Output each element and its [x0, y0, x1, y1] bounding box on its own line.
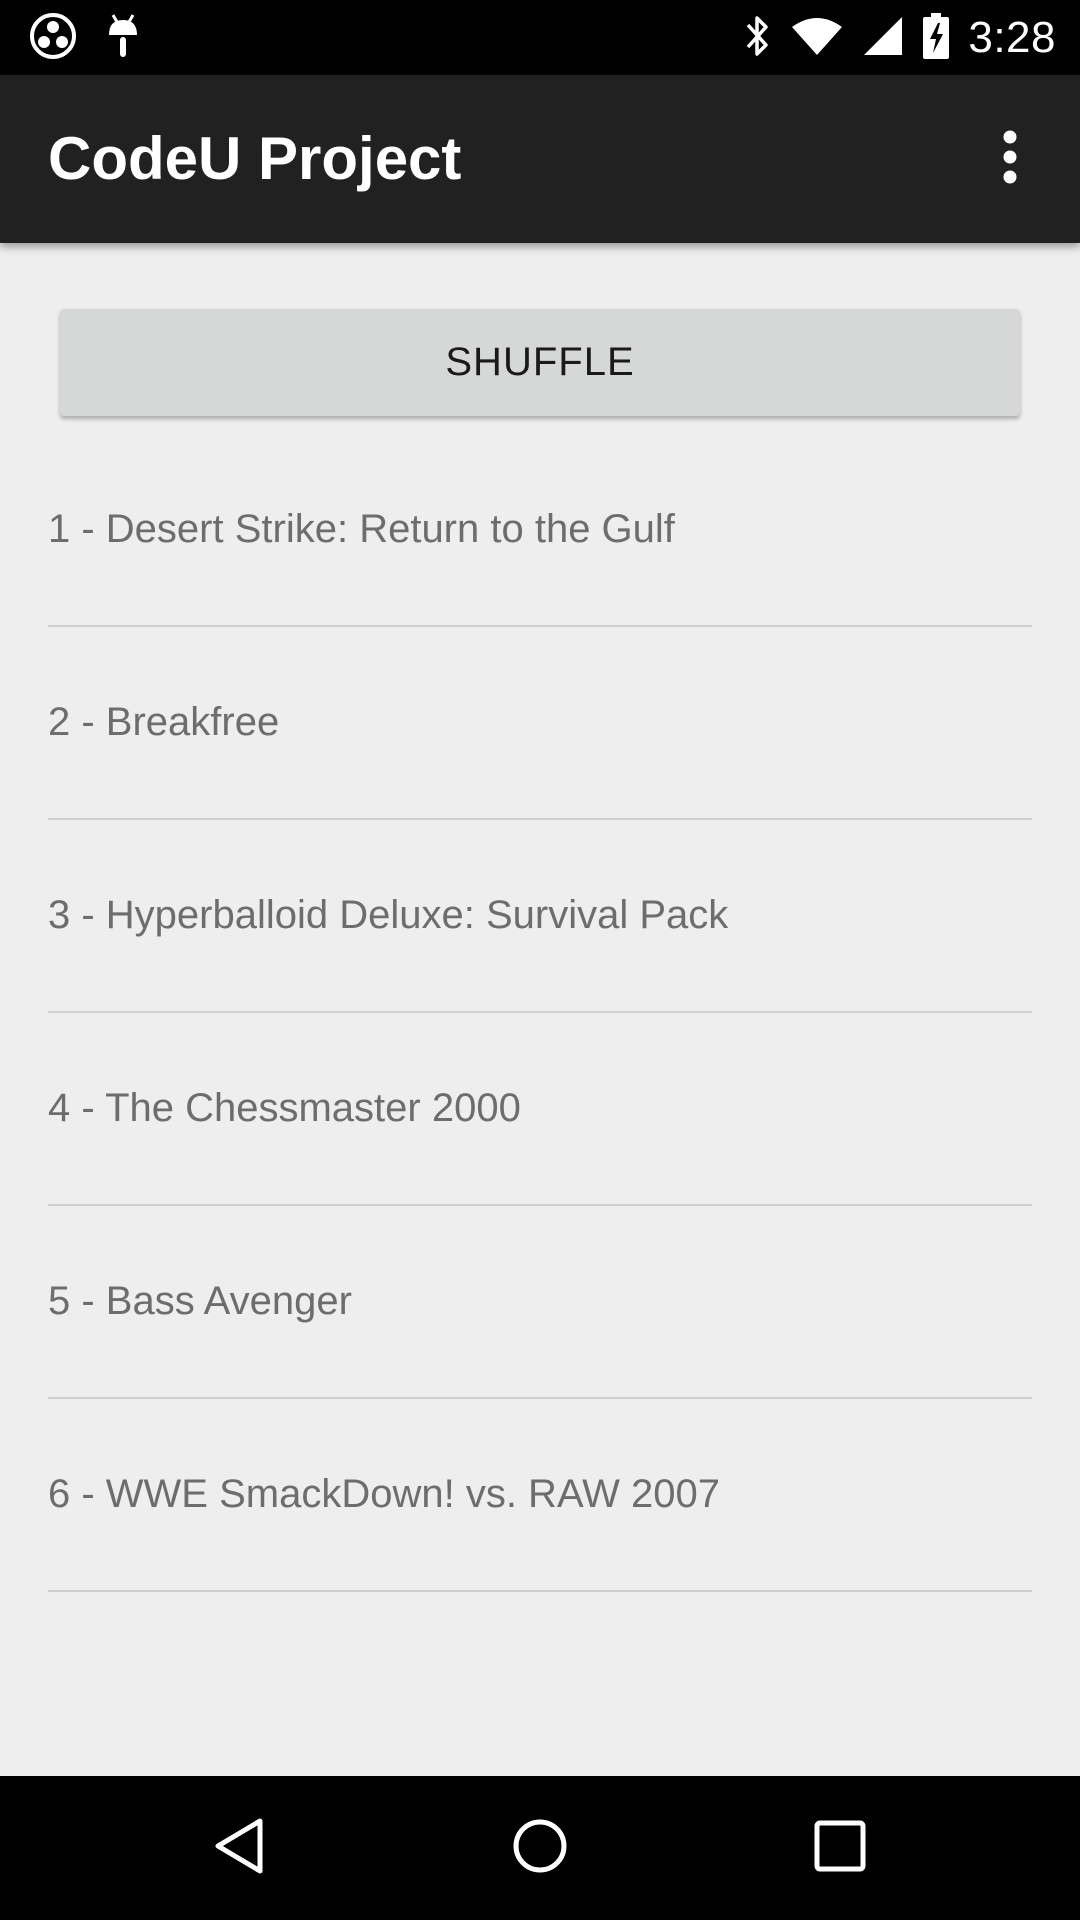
app-title: CodeU Project [48, 125, 462, 192]
recents-button[interactable] [760, 1776, 920, 1920]
list-item[interactable]: 2 - Breakfree [48, 627, 1032, 820]
battery-charging-icon [922, 12, 950, 64]
list-item[interactable]: 3 - Hyperballoid Deluxe: Survival Pack [48, 820, 1032, 1013]
back-icon [212, 1816, 268, 1880]
list-item-label: 5 - Bass Avenger [48, 1279, 352, 1323]
recents-icon [812, 1818, 868, 1878]
list-item[interactable]: 6 - WWE SmackDown! vs. RAW 2007 [48, 1399, 1032, 1592]
home-button[interactable] [460, 1776, 620, 1920]
list-item[interactable]: 4 - The Chessmaster 2000 [48, 1013, 1032, 1206]
list-item-label: 6 - WWE SmackDown! vs. RAW 2007 [48, 1472, 720, 1516]
list-item[interactable]: 5 - Bass Avenger [48, 1206, 1032, 1399]
bluetooth-icon [742, 13, 772, 63]
status-time: 3:28 [968, 12, 1056, 62]
navigation-bar [0, 1776, 1080, 1920]
more-vert-icon [1000, 130, 1020, 188]
status-bar: 3:28 [0, 0, 1080, 75]
game-list[interactable]: 1 - Desert Strike: Return to the Gulf 2 … [48, 434, 1032, 1592]
back-button[interactable] [160, 1776, 320, 1920]
status-bar-notifications [28, 13, 142, 63]
soccer-ball-icon [28, 11, 78, 65]
list-item-label: 3 - Hyperballoid Deluxe: Survival Pack [48, 893, 729, 937]
shuffle-button[interactable]: SHUFFLE [60, 309, 1020, 416]
list-item-label: 1 - Desert Strike: Return to the Gulf [48, 507, 675, 551]
list-item-label: 4 - The Chessmaster 2000 [48, 1086, 521, 1130]
cell-signal-icon [862, 15, 904, 61]
main-content: SHUFFLE 1 - Desert Strike: Return to the… [0, 243, 1080, 1776]
status-bar-system-icons: 3:28 [742, 0, 1056, 75]
home-icon [510, 1816, 570, 1880]
app-bar: CodeU Project [0, 75, 1080, 243]
list-item[interactable]: 1 - Desert Strike: Return to the Gulf [48, 434, 1032, 627]
list-item-label: 2 - Breakfree [48, 700, 280, 744]
overflow-menu-button[interactable] [970, 119, 1050, 199]
wifi-icon [790, 15, 844, 61]
android-debug-icon [104, 11, 142, 65]
